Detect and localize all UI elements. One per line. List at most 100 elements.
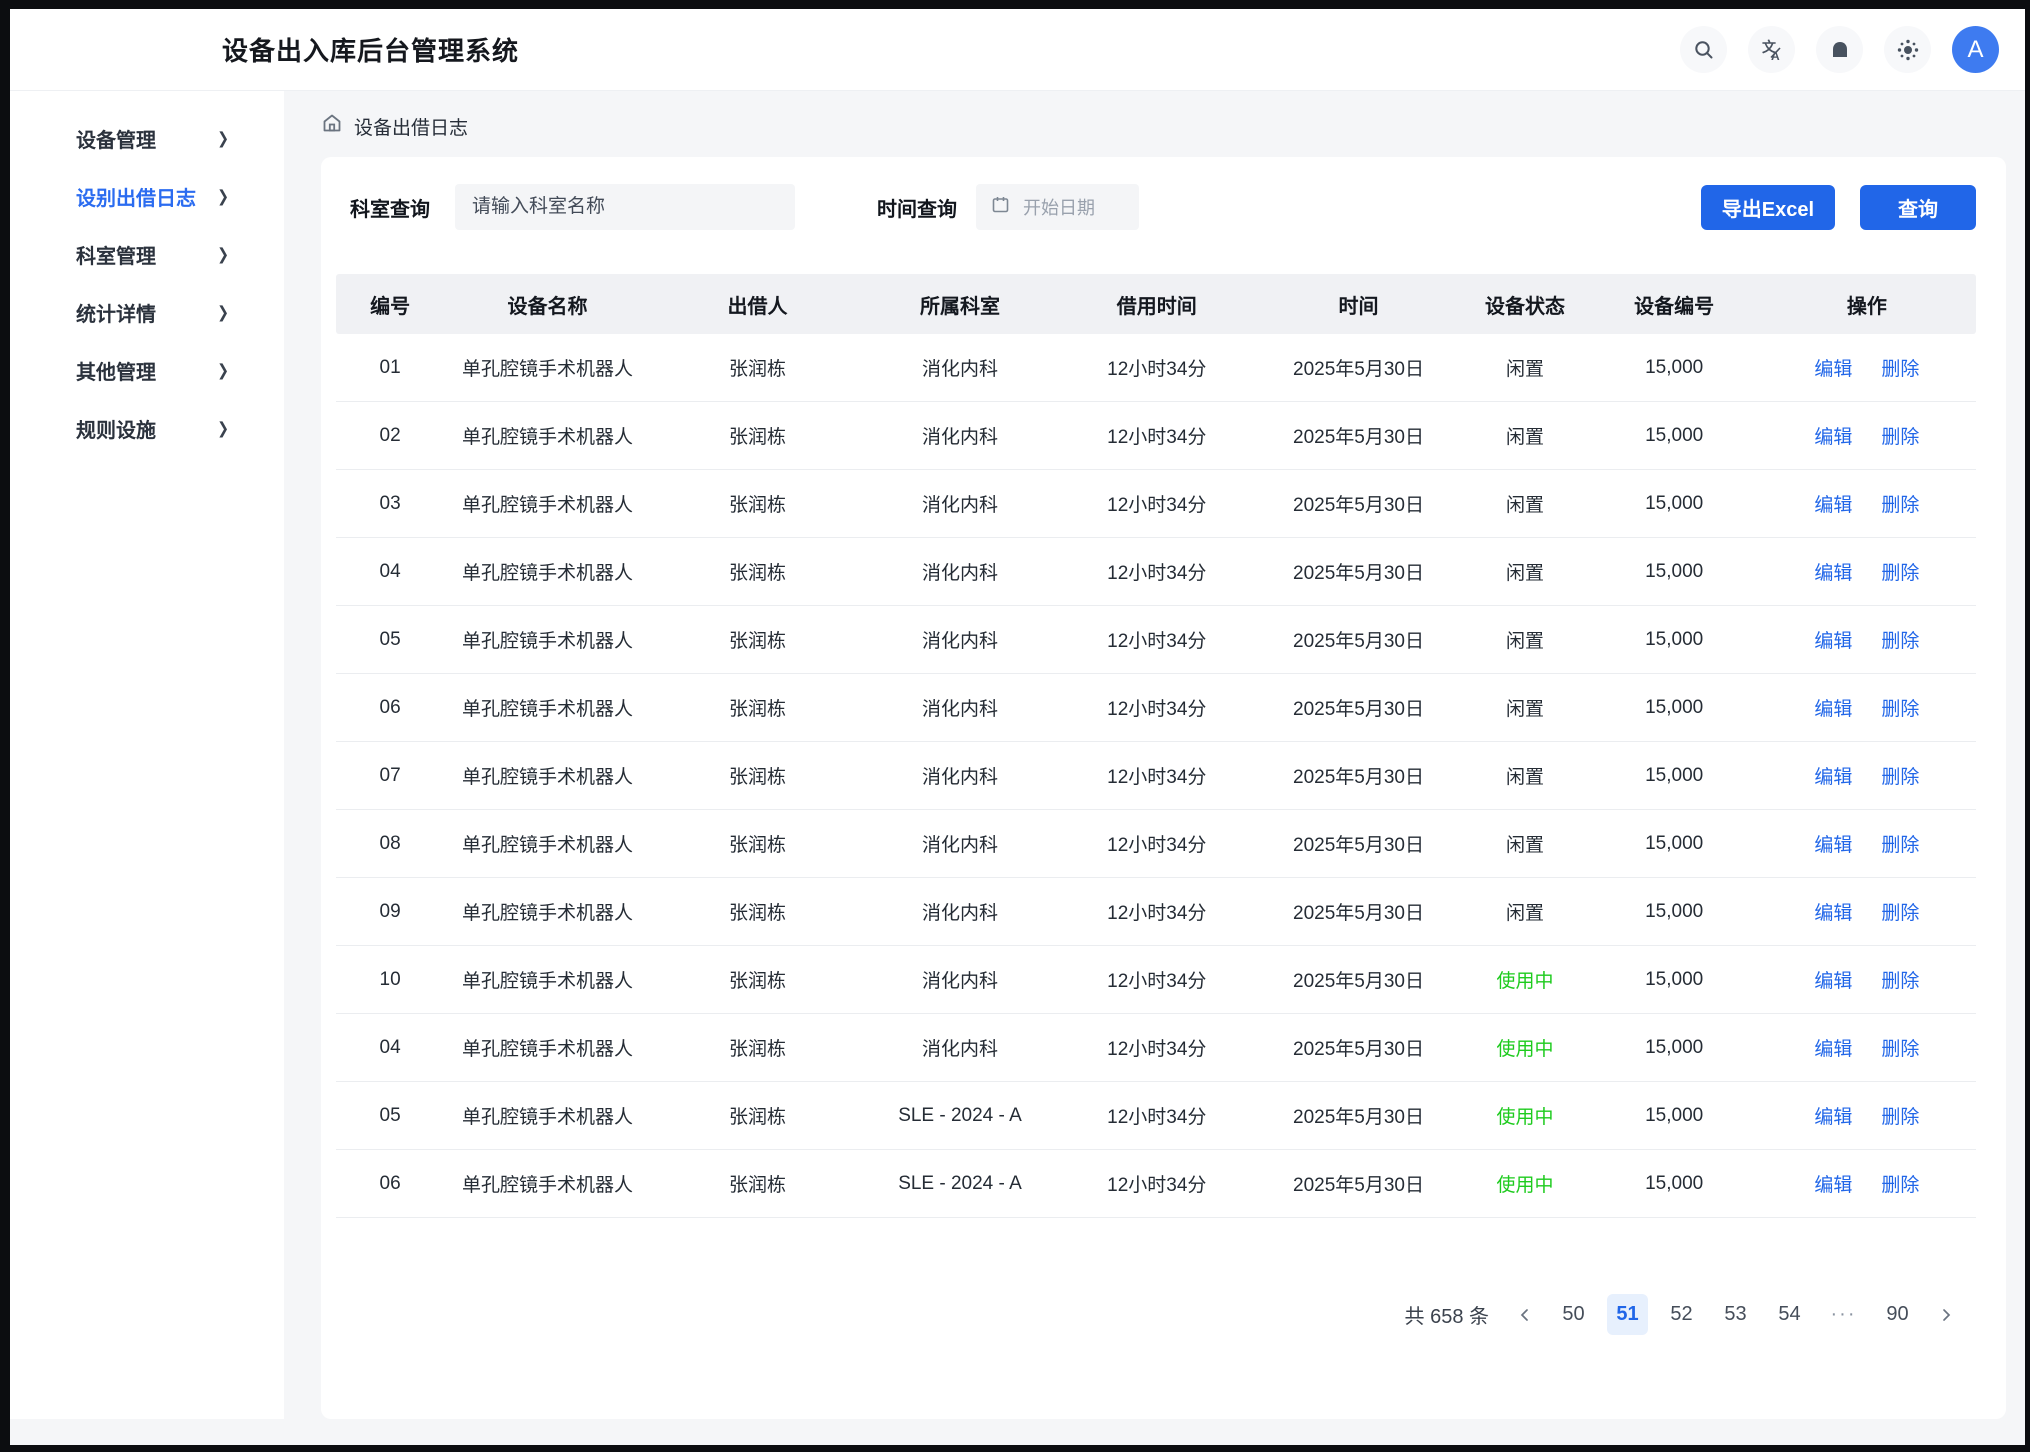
edit-link[interactable]: 编辑: [1814, 762, 1852, 789]
notification-button[interactable]: [1816, 26, 1863, 73]
cell-date: 2025年5月30日: [1258, 1170, 1460, 1197]
cell-date: 2025年5月30日: [1258, 898, 1460, 925]
edit-link[interactable]: 编辑: [1814, 898, 1852, 925]
sidebar-item-3[interactable]: 统计详情 ❯: [10, 283, 284, 341]
cell-date: 2025年5月30日: [1258, 354, 1460, 381]
delete-link[interactable]: 删除: [1881, 694, 1919, 721]
column-header: 出借人: [651, 290, 864, 319]
page-button-90[interactable]: 90: [1877, 1294, 1918, 1335]
delete-link[interactable]: 删除: [1881, 354, 1919, 381]
export-excel-button[interactable]: 导出Excel: [1701, 185, 1835, 230]
translate-button[interactable]: 文A: [1748, 26, 1795, 73]
edit-link[interactable]: 编辑: [1814, 422, 1852, 449]
cell-lender: 张润栋: [651, 1170, 864, 1197]
cell-date: 2025年5月30日: [1258, 626, 1460, 653]
delete-link[interactable]: 删除: [1881, 762, 1919, 789]
edit-link[interactable]: 编辑: [1814, 694, 1852, 721]
page-button-54[interactable]: 54: [1769, 1294, 1810, 1335]
sidebar-item-5[interactable]: 规则设施 ❯: [10, 399, 284, 457]
page-button-50[interactable]: 50: [1553, 1294, 1594, 1335]
sidebar-item-label: 规则设施: [76, 414, 156, 443]
cell-status: 使用中: [1459, 1102, 1590, 1129]
cell-borrow-duration: 12小时34分: [1056, 1102, 1258, 1129]
delete-link[interactable]: 删除: [1881, 1170, 1919, 1197]
cell-no: 06: [336, 1173, 444, 1195]
cell-device-no: 15,000: [1591, 561, 1758, 583]
cell-device-name: 单孔腔镜手术机器人: [444, 490, 651, 517]
app-body: 设备管理 ❯ 设别出借日志 ❯ 科室管理 ❯ 统计详情 ❯ 其他管理 ❯ 规则设…: [10, 91, 2025, 1445]
cell-status: 闲置: [1459, 762, 1590, 789]
sidebar-item-label: 设备管理: [76, 124, 156, 153]
table-row: 03 单孔腔镜手术机器人 张润栋 消化内科 12小时34分 2025年5月30日…: [336, 470, 1976, 538]
delete-link[interactable]: 删除: [1881, 966, 1919, 993]
edit-link[interactable]: 编辑: [1814, 966, 1852, 993]
delete-link[interactable]: 删除: [1881, 422, 1919, 449]
delete-link[interactable]: 删除: [1881, 490, 1919, 517]
delete-link[interactable]: 删除: [1881, 898, 1919, 925]
page-button-52[interactable]: 52: [1661, 1294, 1702, 1335]
cell-device-name: 单孔腔镜手术机器人: [444, 558, 651, 585]
cell-borrow-duration: 12小时34分: [1056, 830, 1258, 857]
delete-link[interactable]: 删除: [1881, 1102, 1919, 1129]
search-button[interactable]: [1680, 26, 1727, 73]
sidebar-item-0[interactable]: 设备管理 ❯: [10, 109, 284, 167]
edit-link[interactable]: 编辑: [1814, 1170, 1852, 1197]
cell-borrow-duration: 12小时34分: [1056, 354, 1258, 381]
delete-link[interactable]: 删除: [1881, 558, 1919, 585]
edit-link[interactable]: 编辑: [1814, 1102, 1852, 1129]
cell-no: 02: [336, 425, 444, 447]
cell-operations: 编辑 删除: [1758, 422, 1976, 449]
delete-link[interactable]: 删除: [1881, 830, 1919, 857]
cell-department: 消化内科: [864, 354, 1056, 381]
query-button[interactable]: 查询: [1860, 185, 1976, 230]
edit-link[interactable]: 编辑: [1814, 830, 1852, 857]
cell-device-name: 单孔腔镜手术机器人: [444, 966, 651, 993]
table-row: 05 单孔腔镜手术机器人 张润栋 SLE - 2024 - A 12小时34分 …: [336, 1082, 1976, 1150]
column-header: 借用时间: [1056, 290, 1258, 319]
cell-device-name: 单孔腔镜手术机器人: [444, 354, 651, 381]
start-date-picker[interactable]: 开始日期: [976, 184, 1139, 230]
cell-lender: 张润栋: [651, 626, 864, 653]
brightness-button[interactable]: [1884, 26, 1931, 73]
cell-department: 消化内科: [864, 762, 1056, 789]
sidebar-item-4[interactable]: 其他管理 ❯: [10, 341, 284, 399]
delete-link[interactable]: 删除: [1881, 626, 1919, 653]
cell-no: 05: [336, 629, 444, 651]
dept-search-input[interactable]: [455, 184, 795, 230]
cell-department: 消化内科: [864, 898, 1056, 925]
page-button-53[interactable]: 53: [1715, 1294, 1756, 1335]
start-date-placeholder: 开始日期: [1023, 194, 1095, 220]
filter-bar: 科室查询 时间查询 开始日期 导出Excel 查询: [336, 184, 1976, 230]
delete-link[interactable]: 删除: [1881, 1034, 1919, 1061]
next-page-button[interactable]: [1931, 1295, 1961, 1335]
sidebar-item-label: 统计详情: [76, 298, 156, 327]
table-row: 04 单孔腔镜手术机器人 张润栋 消化内科 12小时34分 2025年5月30日…: [336, 1014, 1976, 1082]
cell-operations: 编辑 删除: [1758, 898, 1976, 925]
sidebar-item-2[interactable]: 科室管理 ❯: [10, 225, 284, 283]
user-avatar[interactable]: A: [1952, 26, 1999, 73]
sidebar-item-1[interactable]: 设别出借日志 ❯: [10, 167, 284, 225]
top-header: 设备出入库后台管理系统 文A: [10, 9, 2025, 91]
cell-lender: 张润栋: [651, 898, 864, 925]
cell-device-name: 单孔腔镜手术机器人: [444, 1170, 651, 1197]
edit-link[interactable]: 编辑: [1814, 490, 1852, 517]
prev-page-button[interactable]: [1510, 1295, 1540, 1335]
edit-link[interactable]: 编辑: [1814, 354, 1852, 381]
table-row: 06 单孔腔镜手术机器人 张润栋 消化内科 12小时34分 2025年5月30日…: [336, 674, 1976, 742]
table-row: 07 单孔腔镜手术机器人 张润栋 消化内科 12小时34分 2025年5月30日…: [336, 742, 1976, 810]
edit-link[interactable]: 编辑: [1814, 1034, 1852, 1061]
edit-link[interactable]: 编辑: [1814, 558, 1852, 585]
cell-device-no: 15,000: [1591, 1037, 1758, 1059]
page-button-51[interactable]: 51: [1607, 1294, 1648, 1335]
cell-date: 2025年5月30日: [1258, 830, 1460, 857]
edit-link[interactable]: 编辑: [1814, 626, 1852, 653]
cell-device-name: 单孔腔镜手术机器人: [444, 626, 651, 653]
cell-date: 2025年5月30日: [1258, 1034, 1460, 1061]
cell-no: 04: [336, 561, 444, 583]
table-row: 05 单孔腔镜手术机器人 张润栋 消化内科 12小时34分 2025年5月30日…: [336, 606, 1976, 674]
cell-date: 2025年5月30日: [1258, 558, 1460, 585]
table-row: 10 单孔腔镜手术机器人 张润栋 消化内科 12小时34分 2025年5月30日…: [336, 946, 1976, 1014]
cell-device-no: 15,000: [1591, 697, 1758, 719]
sidebar-item-label: 其他管理: [76, 356, 156, 385]
cell-no: 06: [336, 697, 444, 719]
